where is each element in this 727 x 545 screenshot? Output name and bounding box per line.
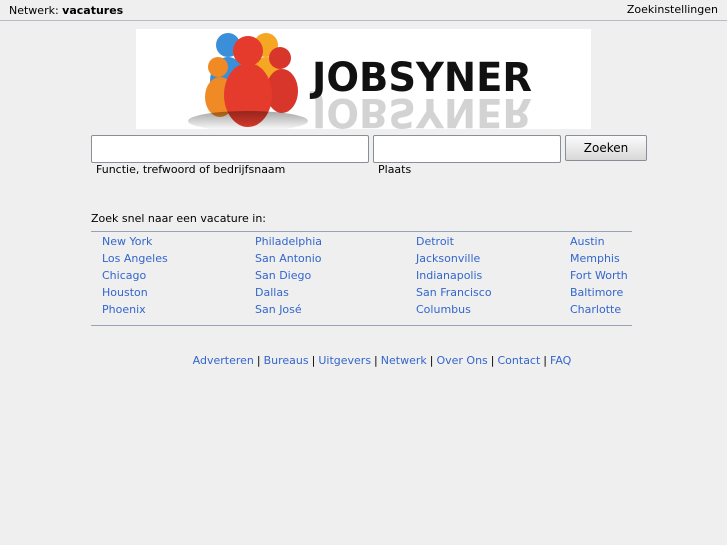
city-link[interactable]: Phoenix [102, 303, 146, 316]
footer-separator: | [543, 354, 548, 367]
footer-separator: | [256, 354, 261, 367]
city-link[interactable]: Detroit [416, 235, 454, 248]
city-link[interactable]: Baltimore [570, 286, 623, 299]
search-settings-link[interactable]: Zoekinstellingen [627, 3, 718, 16]
city-link[interactable]: Indianapolis [416, 269, 482, 282]
city-link[interactable]: Houston [102, 286, 148, 299]
city-link[interactable]: Chicago [102, 269, 146, 282]
location-search-input[interactable] [373, 135, 561, 163]
keyword-search-input[interactable] [91, 135, 369, 163]
city-link[interactable]: San Francisco [416, 286, 492, 299]
footer-link-netwerk[interactable]: Netwerk [381, 354, 427, 367]
footer-link-uitgevers[interactable]: Uitgevers [318, 354, 371, 367]
city-link[interactable]: New York [102, 235, 152, 248]
footer-link-faq[interactable]: FAQ [550, 354, 571, 367]
city-link[interactable]: San Antonio [255, 252, 322, 265]
people-icon [188, 33, 308, 129]
city-link[interactable]: Memphis [570, 252, 620, 265]
city-link[interactable]: Dallas [255, 286, 289, 299]
jobsyner-logo-icon: JOBSYNER JOBSYNER [188, 33, 532, 129]
network-name: vacatures [62, 4, 124, 17]
city-link[interactable]: San José [255, 303, 302, 316]
city-link[interactable]: Charlotte [570, 303, 621, 316]
footer-link-over-ons[interactable]: Over Ons [436, 354, 487, 367]
quick-search-title: Zoek snel naar een vacature in: [91, 212, 267, 225]
keyword-hint: Functie, trefwoord of bedrijfsnaam [96, 163, 286, 176]
footer-separator: | [374, 354, 378, 367]
network-prefix: Netwerk: [9, 4, 59, 17]
city-link[interactable]: Los Angeles [102, 252, 168, 265]
footer-links: Adverteren | Bureaus | Uitgevers | Netwerk | Ove… [0, 354, 727, 367]
top-bar: Netwerk: vacatures Zoekinstellingen [0, 0, 727, 21]
location-hint: Plaats [378, 163, 412, 176]
footer-link-adverteren[interactable]: Adverteren [193, 354, 254, 367]
city-link[interactable]: Fort Worth [570, 269, 628, 282]
footer-separator: | [429, 354, 434, 367]
footer-link-bureaus[interactable]: Bureaus [264, 354, 309, 367]
search-button[interactable]: Zoeken [565, 135, 647, 161]
network-label: Netwerk: vacatures [9, 4, 123, 17]
city-link[interactable]: San Diego [255, 269, 311, 282]
city-links-table: New York Los Angeles Chicago Houston Pho… [91, 231, 632, 326]
city-link[interactable]: Philadelphia [255, 235, 322, 248]
footer-link-contact[interactable]: Contact [498, 354, 541, 367]
site-logo[interactable]: JOBSYNER JOBSYNER [136, 29, 591, 129]
city-link[interactable]: Jacksonville [416, 252, 480, 265]
city-link[interactable]: Columbus [416, 303, 471, 316]
footer-separator: | [490, 354, 495, 367]
svg-text:JOBSYNER: JOBSYNER [309, 89, 532, 129]
city-link[interactable]: Austin [570, 235, 605, 248]
footer-separator: | [311, 354, 316, 367]
